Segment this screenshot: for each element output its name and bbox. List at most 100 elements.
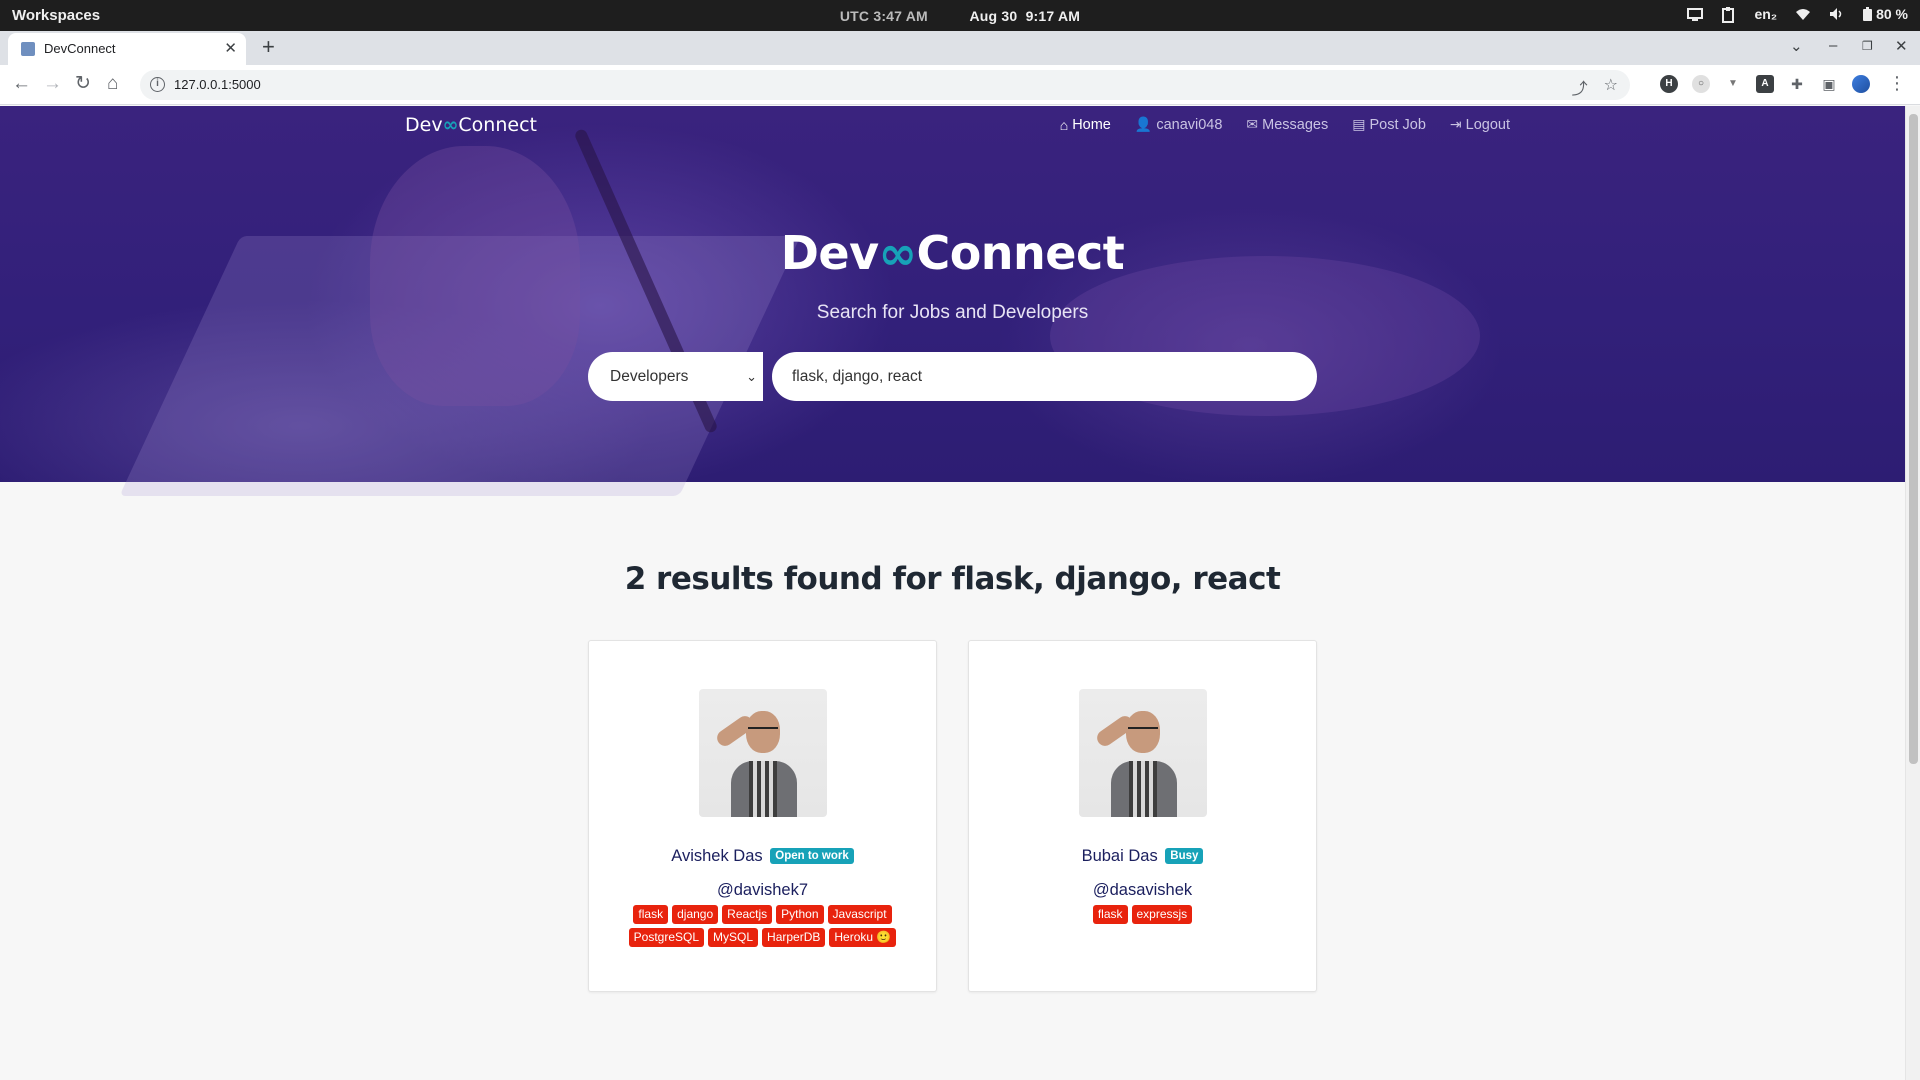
tab-search-chevron-icon[interactable]: ⌄ (1790, 37, 1803, 55)
hero-link-icon: ∞ (878, 226, 917, 280)
utc-time: 3:47 AM (873, 8, 928, 24)
developer-card[interactable]: Avishek Das Open to work @davishek7 flas… (588, 640, 937, 992)
browser-toolbar: ← → ↻ ⌂ i 127.0.0.1:5000 ⤴ ☆ H ○ ▼ A ✚ ▣… (0, 65, 1920, 105)
address-bar[interactable]: i 127.0.0.1:5000 ⤴ ☆ (140, 70, 1630, 100)
skill-tag: Heroku 🙂 (829, 928, 897, 947)
developer-handle[interactable]: @davishek7 (589, 881, 936, 900)
skill-tag: flask (1092, 905, 1128, 924)
site-info-icon[interactable]: i (150, 77, 165, 92)
scrollbar-thumb[interactable] (1909, 114, 1918, 764)
developer-avatar[interactable] (699, 689, 827, 817)
extensions-area: H ○ ▼ A ✚ ▣ (1660, 75, 1870, 93)
nav-home-label: Home (1072, 116, 1111, 133)
extension-angular-icon[interactable]: A (1756, 75, 1774, 93)
new-tab-button[interactable]: + (262, 36, 275, 58)
nav-profile[interactable]: 👤 canavi048 (1135, 116, 1223, 133)
clipboard-icon[interactable] (1721, 7, 1737, 23)
site-nav: ⌂ Home 👤 canavi048 ✉ Messages ▤ Post Job ⇥ Lo… (1060, 116, 1510, 133)
tab-title: DevConnect (44, 41, 116, 56)
forward-button[interactable]: → (43, 73, 62, 95)
nav-post-job[interactable]: ▤ Post Job (1352, 116, 1426, 133)
tab-close-icon[interactable]: ✕ (224, 39, 237, 57)
date: Aug 30 (969, 8, 1018, 24)
developer-name[interactable]: Bubai Das (1082, 847, 1158, 865)
nav-profile-label: canavi048 (1156, 116, 1223, 133)
skill-tag: django (672, 905, 719, 924)
nav-messages[interactable]: ✉ Messages (1246, 116, 1328, 133)
side-panel-icon[interactable]: ▣ (1820, 75, 1838, 93)
browser-menu-icon[interactable]: ⋮ (1888, 73, 1906, 94)
skill-tag: Python (776, 905, 824, 924)
extension-circle-icon[interactable]: ○ (1692, 75, 1710, 93)
extension-h-icon[interactable]: H (1660, 75, 1678, 93)
back-button[interactable]: ← (12, 73, 31, 95)
developer-name-row: Avishek Das Open to work (589, 847, 936, 866)
hero-title-connect: Connect (916, 226, 1125, 280)
tab-favicon-icon (21, 42, 35, 56)
skill-tag: PostgreSQL (628, 928, 705, 947)
search-type-value: Developers (610, 368, 689, 385)
hero-subtitle: Search for Jobs and Developers (816, 302, 1089, 323)
developer-name-row: Bubai Das Busy (969, 847, 1316, 866)
reload-button[interactable]: ↻ (75, 73, 91, 95)
nav-home[interactable]: ⌂ Home (1060, 116, 1111, 133)
minimize-button[interactable]: – (1829, 37, 1837, 54)
site-logo[interactable]: Dev∞Connect (405, 114, 537, 136)
profile-avatar-icon[interactable] (1852, 75, 1870, 93)
browser-tab-strip: DevConnect ✕ + ⌄ – ❐ ✕ (0, 31, 1920, 65)
utc-label: UTC (839, 8, 870, 24)
screen-icon[interactable] (1686, 7, 1703, 21)
bookmark-star-icon[interactable]: ☆ (1604, 75, 1618, 99)
status-badge: Busy (1165, 848, 1204, 864)
wifi-icon[interactable] (1795, 7, 1811, 21)
chevron-down-icon: ⌄ (746, 369, 757, 384)
developer-card[interactable]: Bubai Das Busy @dasavishek flask express… (968, 640, 1317, 992)
restore-button[interactable]: ❐ (1862, 39, 1873, 53)
nav-logout-label: Logout (1465, 116, 1510, 133)
skill-tag: Javascript (827, 905, 892, 924)
user-icon: 👤 (1134, 116, 1153, 132)
battery-percent: 80 % (1876, 6, 1908, 22)
home-icon: ⌂ (1059, 116, 1069, 133)
skill-tag: expressjs (1131, 905, 1193, 924)
skill-tag: flask (633, 905, 669, 924)
battery-icon (1863, 7, 1873, 21)
home-button[interactable]: ⌂ (107, 73, 118, 95)
search-input[interactable]: flask, django, react (772, 352, 1317, 401)
volume-icon[interactable] (1829, 7, 1845, 21)
window-close-button[interactable]: ✕ (1895, 37, 1908, 55)
developer-handle[interactable]: @dasavishek (969, 881, 1316, 900)
language-indicator[interactable]: en₂ (1755, 6, 1778, 22)
developer-name[interactable]: Avishek Das (671, 847, 762, 865)
logo-text-dev: Dev (405, 114, 443, 136)
nav-logout[interactable]: ⇥ Logout (1450, 116, 1510, 133)
sign-out-icon: ⇥ (1449, 116, 1462, 132)
search-type-select[interactable]: Developers ⌄ (588, 352, 763, 401)
briefcase-icon: ▤ (1352, 116, 1366, 132)
hero-title: Dev∞Connect (0, 226, 1905, 280)
envelope-icon: ✉ (1246, 116, 1259, 132)
browser-tab[interactable]: DevConnect ✕ (8, 33, 246, 65)
hero-title-dev: Dev (780, 226, 879, 280)
link-icon: ∞ (442, 114, 459, 136)
status-badge: Open to work (770, 848, 854, 864)
page-viewport: Dev∞Connect ⌂ Home 👤 canavi048 ✉ Messages ▤… (0, 106, 1905, 1080)
developer-avatar[interactable] (1079, 689, 1207, 817)
skill-tag: HarperDB (762, 928, 826, 947)
skill-tag: MySQL (708, 928, 759, 947)
nav-post-job-label: Post Job (1369, 116, 1426, 133)
battery-status[interactable]: 80 % (1863, 6, 1908, 22)
results-title: 2 results found for flask, django, react (624, 561, 1281, 597)
os-clock[interactable]: UTC 3:47 AM Aug 30 9:17 AM (0, 8, 1920, 24)
skill-tags: flask django Reactjs Python Javascript P… (609, 905, 916, 947)
share-icon[interactable]: ⤴ (1572, 75, 1588, 99)
url-text[interactable]: 127.0.0.1:5000 (174, 77, 261, 92)
page-scrollbar[interactable] (1905, 106, 1920, 1080)
extension-vue-icon[interactable]: ▼ (1724, 75, 1742, 93)
extensions-puzzle-icon[interactable]: ✚ (1788, 75, 1806, 93)
skill-tag: Reactjs (722, 905, 773, 924)
os-top-bar: Workspaces UTC 3:47 AM Aug 30 9:17 AM en… (0, 0, 1920, 31)
hero-section: Dev∞Connect ⌂ Home 👤 canavi048 ✉ Messages ▤… (0, 106, 1905, 496)
skill-tags: flask expressjs (989, 905, 1296, 924)
local-time: 9:17 AM (1025, 8, 1081, 24)
